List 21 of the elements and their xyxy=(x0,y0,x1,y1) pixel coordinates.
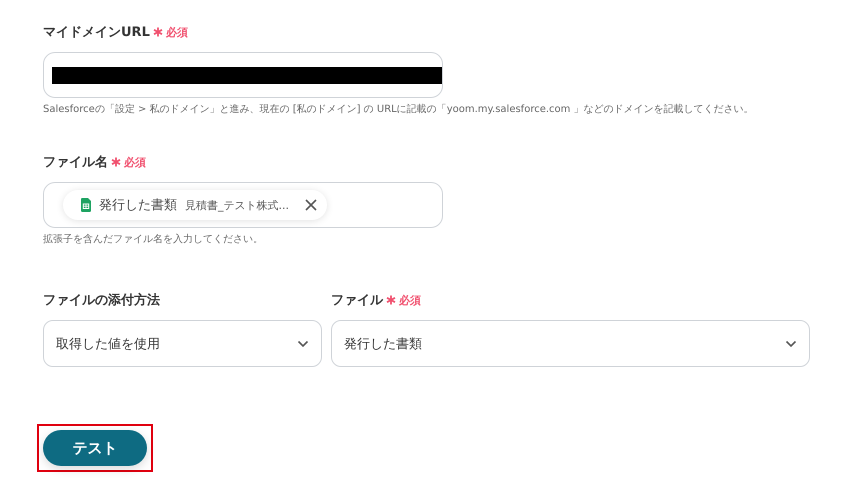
field-label: ファイル名 xyxy=(43,154,108,171)
field-label: ファイルの添付方法 xyxy=(43,292,160,309)
spreadsheet-icon xyxy=(81,198,91,212)
file-name-field[interactable]: 発行した書類 見積書_テスト株式... xyxy=(43,182,443,228)
chevron-down-icon xyxy=(785,340,797,348)
test-button[interactable]: テスト xyxy=(43,430,147,466)
chip-detail: 見積書_テスト株式... xyxy=(185,198,289,212)
hint-text: Salesforceの「設定 > 私のドメイン」と進み、現在の [私のドメイン] の URLに記載の「yoom.my.salesforce.com 」などのドメインを記載してください。 xyxy=(43,102,755,116)
field-label: マイドメインURL xyxy=(43,24,150,41)
close-icon[interactable] xyxy=(305,199,317,211)
field-label: ファイル xyxy=(331,292,383,309)
hint-text: 拡張子を含んだファイル名を入力してください。 xyxy=(43,232,264,246)
value-chip[interactable]: 発行した書類 見積書_テスト株式... xyxy=(63,190,327,220)
chevron-down-icon xyxy=(297,340,309,348)
dropdown-select[interactable]: 発行した書類 xyxy=(331,320,810,367)
url-input-field[interactable] xyxy=(43,52,443,98)
dropdown-select[interactable]: 取得した値を使用 xyxy=(43,320,322,367)
required-label: 必須 xyxy=(166,24,188,40)
required-label: 必須 xyxy=(124,154,146,170)
chip-name: 発行した書類 xyxy=(99,197,177,214)
required-label: 必須 xyxy=(399,292,421,308)
